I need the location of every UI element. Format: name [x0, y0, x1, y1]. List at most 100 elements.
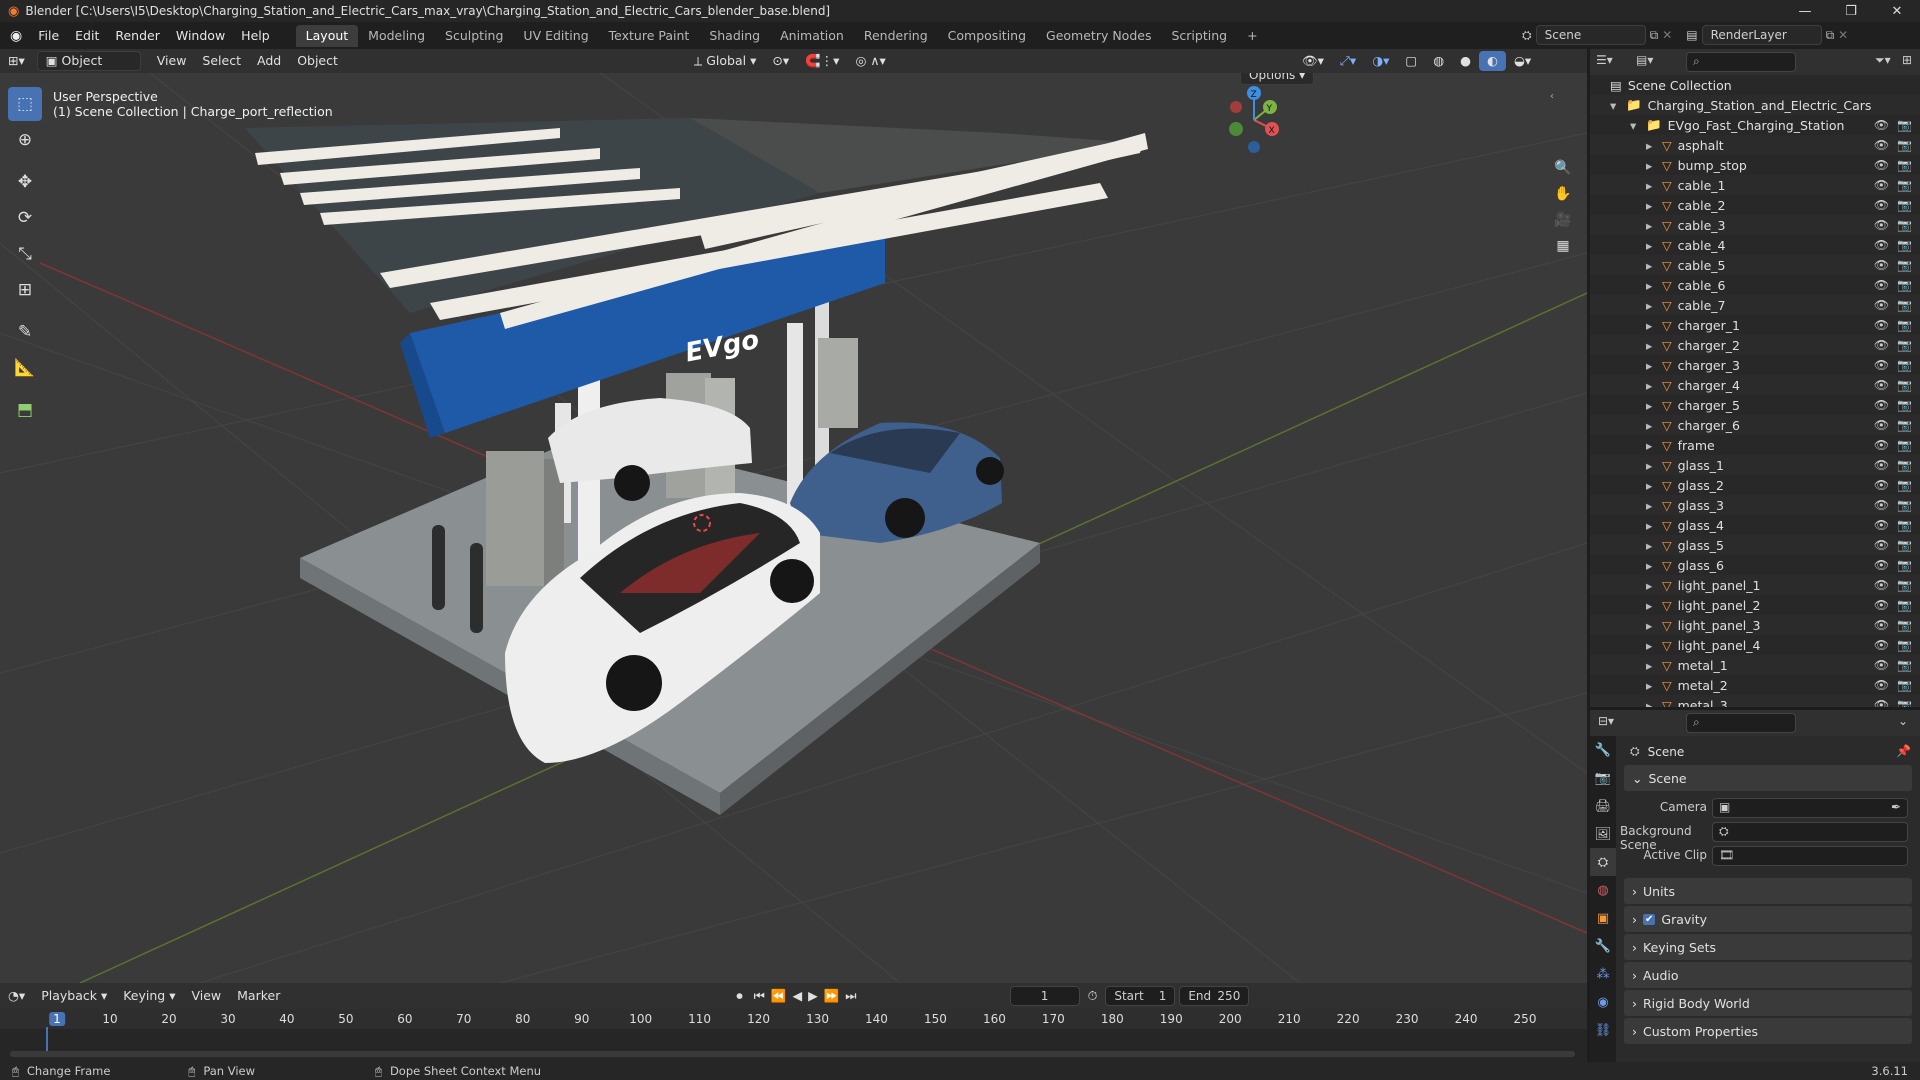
expand-arrow-icon[interactable]: ▸ — [1646, 218, 1662, 233]
new-collection-icon[interactable]: ⊞ — [1902, 53, 1912, 67]
camera-render-icon[interactable]: 📷 — [1897, 418, 1912, 432]
sidebar-toggle-icon[interactable]: ‹ — [1550, 91, 1554, 102]
eye-icon[interactable]: 👁 — [1874, 158, 1889, 172]
filter-icon[interactable]: ⏷▾ — [1875, 53, 1891, 68]
expand-arrow-icon[interactable]: ▸ — [1646, 378, 1662, 393]
expand-arrow-icon[interactable]: ▸ — [1646, 638, 1662, 653]
tab-shading[interactable]: Shading — [699, 25, 770, 47]
camera-render-icon[interactable]: 📷 — [1897, 298, 1912, 312]
scene-tab-icon[interactable]: ⛭ — [1590, 848, 1616, 876]
expand-arrow-icon[interactable]: ▸ — [1646, 438, 1662, 453]
rendered-shading-icon[interactable]: ◒▾ — [1506, 51, 1539, 71]
menu-render[interactable]: Render — [107, 25, 168, 47]
play-reverse-icon[interactable]: ◀ — [789, 986, 805, 1006]
expand-arrow-icon[interactable]: ▸ — [1646, 178, 1662, 193]
mode-selector[interactable]: ▣ Object Mode ▾ — [36, 51, 141, 86]
outliner-item-charger_2[interactable]: ▸ ▽ charger_2 👁 📷 — [1590, 335, 1920, 355]
camera-render-icon[interactable]: 📷 — [1897, 198, 1912, 212]
outliner-editor-icon[interactable]: ☰▾ — [1596, 53, 1613, 67]
tab-geometry-nodes[interactable]: Geometry Nodes — [1036, 25, 1161, 47]
expand-arrow-icon[interactable]: ▸ — [1646, 518, 1662, 533]
navigation-gizmo[interactable]: X Y Z — [1222, 85, 1286, 155]
properties-editor-icon[interactable]: ⊟▾ — [1598, 714, 1614, 728]
overlay-toggle-icon[interactable]: ◑▾ — [1364, 51, 1397, 71]
end-frame-field[interactable]: End 250 — [1179, 986, 1250, 1006]
camera-render-icon[interactable]: 📷 — [1897, 218, 1912, 232]
expand-arrow-icon[interactable]: ▸ — [1646, 558, 1662, 573]
outliner-item-glass_2[interactable]: ▸ ▽ glass_2 👁 📷 — [1590, 475, 1920, 495]
camera-render-icon[interactable]: 📷 — [1897, 258, 1912, 272]
outliner-collection[interactable]: ▾ 📁 Charging_Station_and_Electric_Cars — [1590, 95, 1920, 115]
playback-menu[interactable]: Playback ▾ — [33, 986, 115, 1006]
menu-object[interactable]: Object — [289, 51, 346, 71]
menu-view[interactable]: View — [149, 51, 195, 71]
eye-icon[interactable]: 👁 — [1874, 278, 1889, 292]
expand-arrow-icon[interactable]: ▸ — [1646, 418, 1662, 433]
next-keyframe-icon[interactable]: ⏩ — [821, 986, 843, 1006]
expand-arrow-icon[interactable]: ▸ — [1646, 138, 1662, 153]
expand-arrow-icon[interactable]: ▸ — [1646, 338, 1662, 353]
outliner-item-light_panel_1[interactable]: ▸ ▽ light_panel_1 👁 📷 — [1590, 575, 1920, 595]
menu-file[interactable]: File — [30, 25, 67, 47]
menu-help[interactable]: Help — [233, 25, 278, 47]
outliner-item-metal_2[interactable]: ▸ ▽ metal_2 👁 📷 — [1590, 675, 1920, 695]
tab-scripting[interactable]: Scripting — [1161, 25, 1237, 47]
outliner-item-cable_6[interactable]: ▸ ▽ cable_6 👁 📷 — [1590, 275, 1920, 295]
material-shading-icon[interactable]: ◐ — [1479, 51, 1506, 71]
delete-layer-icon[interactable]: ✕ — [1838, 28, 1848, 42]
expand-arrow-icon[interactable]: ▸ — [1646, 498, 1662, 513]
tab-layout[interactable]: Layout — [295, 24, 359, 47]
visibility-icon[interactable]: 👁▾ — [1294, 51, 1332, 71]
camera-render-icon[interactable]: 📷 — [1897, 278, 1912, 292]
tool-tab-icon[interactable]: 🔧 — [1590, 736, 1616, 764]
outliner-item-bump_stop[interactable]: ▸ ▽ bump_stop 👁 📷 — [1590, 155, 1920, 175]
eye-icon[interactable]: 👁 — [1874, 538, 1889, 552]
outliner-item-charger_3[interactable]: ▸ ▽ charger_3 👁 📷 — [1590, 355, 1920, 375]
xray-icon[interactable]: ▢ — [1397, 51, 1425, 71]
gizmo-toggle-icon[interactable]: ⤢▾ — [1332, 51, 1364, 71]
expand-arrow-icon[interactable]: ▸ — [1646, 578, 1662, 593]
camera-render-icon[interactable]: 📷 — [1897, 158, 1912, 172]
eye-icon[interactable]: 👁 — [1874, 438, 1889, 452]
zoom-icon[interactable]: 🔍 — [1550, 155, 1576, 181]
transform-icon[interactable]: ⊞ — [8, 273, 42, 307]
jump-end-icon[interactable]: ⏭ — [842, 986, 859, 1006]
outliner-item-glass_6[interactable]: ▸ ▽ glass_6 👁 📷 — [1590, 555, 1920, 575]
current-frame-field[interactable]: 1 — [1009, 986, 1080, 1006]
tab-modeling[interactable]: Modeling — [358, 25, 435, 47]
new-layer-icon[interactable]: ⧉ — [1826, 28, 1835, 43]
select-box-icon[interactable]: ⬚ — [8, 87, 42, 121]
eye-icon[interactable]: 👁 — [1874, 578, 1889, 592]
expand-arrow-icon[interactable]: ▾ — [1630, 118, 1646, 133]
panel-keying-sets[interactable]: › Keying Sets — [1624, 934, 1912, 960]
camera-render-icon[interactable]: 📷 — [1897, 498, 1912, 512]
tab-uv-editing[interactable]: UV Editing — [513, 25, 598, 47]
camera-render-icon[interactable]: 📷 — [1897, 378, 1912, 392]
camera-render-icon[interactable]: 📷 — [1897, 698, 1912, 707]
outliner-item-frame[interactable]: ▸ ▽ frame 👁 📷 — [1590, 435, 1920, 455]
options-button[interactable]: Options ▾ — [1240, 73, 1315, 85]
eye-icon[interactable]: 👁 — [1874, 298, 1889, 312]
timeline-view-menu[interactable]: View — [183, 986, 229, 1006]
outliner-item-metal_1[interactable]: ▸ ▽ metal_1 👁 📷 — [1590, 655, 1920, 675]
camera-render-icon[interactable]: 📷 — [1897, 538, 1912, 552]
close-button[interactable]: ✕ — [1874, 0, 1920, 22]
expand-arrow-icon[interactable]: ▸ — [1646, 618, 1662, 633]
record-icon[interactable]: ⏺ — [728, 986, 750, 1006]
outliner-item-metal_3[interactable]: ▸ ▽ metal_3 👁 📷 — [1590, 695, 1920, 707]
scale-icon[interactable]: ⤡ — [8, 237, 42, 271]
outliner-item-cable_5[interactable]: ▸ ▽ cable_5 👁 📷 — [1590, 255, 1920, 275]
eye-icon[interactable]: 👁 — [1874, 118, 1889, 132]
camera-render-icon[interactable]: 📷 — [1897, 578, 1912, 592]
expand-arrow-icon[interactable]: ▸ — [1646, 358, 1662, 373]
panel-units[interactable]: › Units — [1624, 878, 1912, 904]
eye-icon[interactable]: 👁 — [1874, 478, 1889, 492]
eye-icon[interactable]: 👁 — [1874, 518, 1889, 532]
view-layer-tab-icon[interactable]: 🖼 — [1590, 820, 1616, 848]
outliner-scene-collection[interactable]: ▤ Scene Collection — [1590, 75, 1920, 95]
outliner-item-charger_4[interactable]: ▸ ▽ charger_4 👁 📷 — [1590, 375, 1920, 395]
camera-render-icon[interactable]: 📷 — [1897, 618, 1912, 632]
camera-render-icon[interactable]: 📷 — [1897, 598, 1912, 612]
eye-icon[interactable]: 👁 — [1874, 698, 1889, 707]
new-scene-icon[interactable]: ⧉ — [1650, 28, 1659, 43]
